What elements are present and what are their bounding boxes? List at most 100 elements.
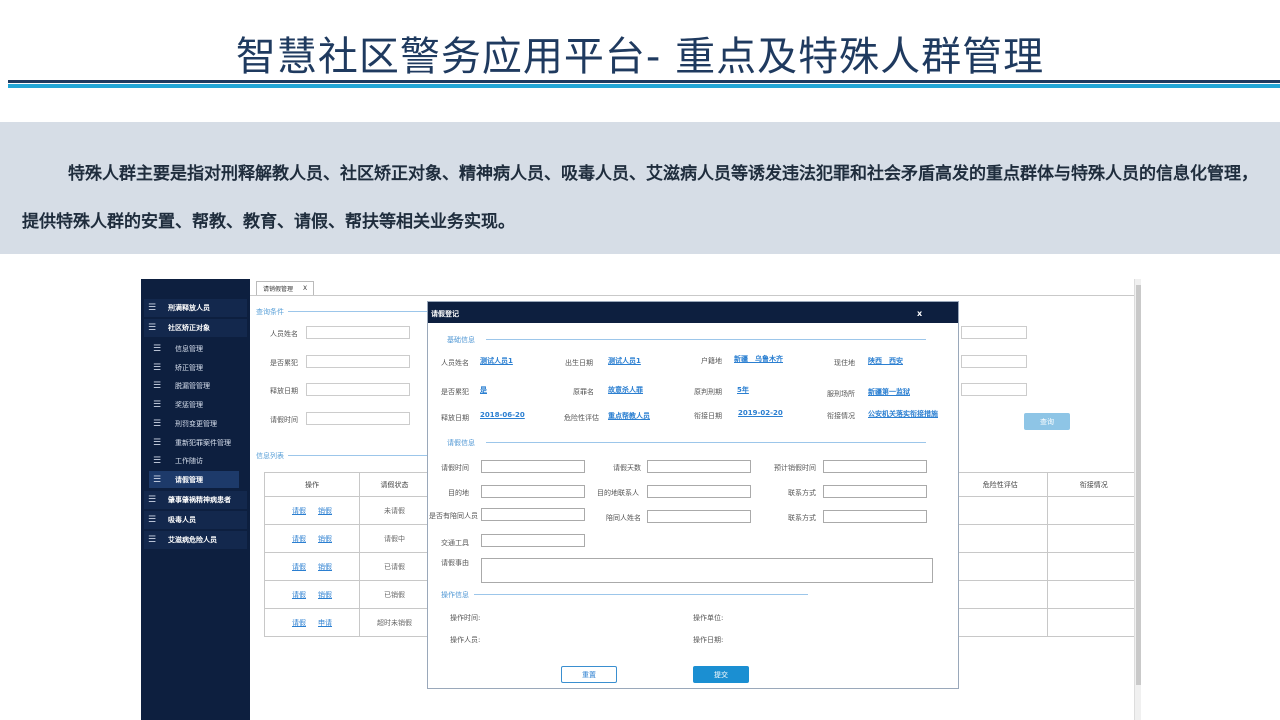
list-icon: ☰ [148,515,157,525]
sidebar-item-mental[interactable]: ☰ 肇事肇祸精神病患者 [144,491,247,509]
list-icon: ☰ [153,343,162,354]
transport-input[interactable] [481,534,585,547]
list-icon: ☰ [153,418,162,429]
tab-close-icon[interactable]: X [303,285,307,292]
leave-days-input[interactable] [647,460,751,473]
sidebar-item-released[interactable]: ☰ 刑满释放人员 [144,299,247,317]
sidebar-item-aids[interactable]: ☰ 艾滋病危险人员 [144,531,247,549]
link-date-value[interactable]: 2019-02-20 [738,409,783,417]
list-icon: ☰ [153,455,162,466]
dest-contact-label: 目的地联系人 [597,489,639,497]
huji-label: 户籍地 [701,357,722,365]
destination-input[interactable] [481,485,585,498]
crime-value[interactable]: 故意杀人罪 [608,385,643,395]
col-header-op: 操作 [264,472,360,497]
name-value[interactable]: 测试人员1 [480,356,513,366]
sidebar-sub-recrime[interactable]: ☰ 重新犯罪案件管理 [149,434,239,451]
contact-input-2[interactable] [823,510,927,523]
term-label: 原判刑期 [694,388,722,396]
query-input-name[interactable] [306,326,410,339]
title-divider [8,80,1280,83]
leave-time-input[interactable] [481,460,585,473]
risk-label: 危险性评估 [564,414,599,422]
birth-label: 出生日期 [565,359,593,367]
list-icon: ☰ [153,474,162,485]
op-unit-label: 操作单位: [693,614,724,622]
tab-leave-management[interactable]: 请销假管理 X [256,281,315,295]
list-icon: ☰ [153,380,162,391]
basic-section-label: 基础信息 [447,336,475,344]
query-input-release[interactable] [306,383,410,396]
leave-link[interactable]: 请假 [292,563,306,571]
birth-value[interactable]: 测试人员1 [608,356,641,366]
query-input-right-3[interactable] [961,383,1027,396]
scrollbar-thumb[interactable] [1136,285,1141,685]
leave-link[interactable]: 请假 [292,619,306,627]
sidebar-sub-info[interactable]: ☰ 信息管理 [149,340,239,357]
query-button[interactable]: 查询 [1024,413,1070,430]
prison-value[interactable]: 新疆第一监狱 [868,387,910,397]
query-label-leave: 请假时间 [270,416,298,424]
scrollbar[interactable] [1134,279,1141,720]
companion-input[interactable] [481,508,585,521]
sidebar-sub-penalty[interactable]: ☰ 刑罚变更管理 [149,415,239,432]
companion-label: 是否有陪同人员 [429,512,478,520]
query-section-label: 查询条件 [256,308,284,316]
sidebar-sub-escape[interactable]: ☰ 脱漏管管理 [149,377,239,394]
current-value[interactable]: 陕西 西安 [868,356,903,366]
cancel-leave-link[interactable]: 销假 [318,591,332,599]
table-row [953,580,1141,609]
table-row: 请假 销假 请假中 [264,524,430,553]
companion-name-label: 陪同人姓名 [606,514,641,522]
sidebar-sub-leave[interactable]: ☰ 请假管理 [149,471,239,488]
op-section-label: 操作信息 [441,591,469,599]
sidebar-item-correction[interactable]: ☰ 社区矫正对象 [144,319,247,337]
link-status-label: 衔接情况 [827,412,855,420]
query-input-recid[interactable] [306,355,410,368]
query-input-right-1[interactable] [961,326,1027,339]
leave-register-modal: 请假登记 x 基础信息 人员姓名 测试人员1 出生日期 测试人员1 户籍地 新疆… [427,301,959,689]
reason-textarea[interactable] [481,558,933,583]
table-row [953,552,1141,581]
query-label-recid: 是否累犯 [270,359,298,367]
companion-name-input[interactable] [647,510,751,523]
destination-label: 目的地 [448,489,469,497]
col-header-risk: 危险性评估 [953,472,1048,497]
leave-link[interactable]: 请假 [292,591,306,599]
leave-link[interactable]: 请假 [292,535,306,543]
cancel-leave-link[interactable]: 销假 [318,563,332,571]
query-input-leave[interactable] [306,412,410,425]
reset-button[interactable]: 重置 [561,666,617,683]
submit-button[interactable]: 提交 [693,666,749,683]
expected-return-input[interactable] [823,460,927,473]
contact-input[interactable] [823,485,927,498]
huji-value[interactable]: 新疆 乌鲁木齐 [734,354,783,364]
col-header-link: 衔接情况 [1046,472,1141,497]
modal-close-icon[interactable]: x [917,309,922,318]
crime-label: 原罪名 [573,388,594,396]
leave-link[interactable]: 请假 [292,507,306,515]
dest-contact-input[interactable] [647,485,751,498]
cancel-leave-link[interactable]: 销假 [318,535,332,543]
apply-link[interactable]: 申请 [318,619,332,627]
link-status-value[interactable]: 公安机关落实衔接措施 [868,409,938,419]
risk-value[interactable]: 重点帮教人员 [608,411,650,421]
reason-label: 请假事由 [441,559,469,567]
query-input-right-2[interactable] [961,355,1027,368]
sidebar-item-drug[interactable]: ☰ 吸毒人员 [144,511,247,529]
app-screenshot: ☰ 刑满释放人员 ☰ 社区矫正对象 ☰ 信息管理 ☰ 矫正管理 ☰ 脱漏管管理 ☰ 奖惩管理… [141,279,1141,720]
term-value[interactable]: 5年 [737,385,749,395]
sidebar-sub-reward[interactable]: ☰ 奖惩管理 [149,396,239,413]
table-row: 请假 销假 已销假 [264,580,430,609]
sidebar-sub-visit[interactable]: ☰ 工作随访 [149,452,239,469]
recid-value[interactable]: 是 [480,385,487,395]
sidebar-sub-correction[interactable]: ☰ 矫正管理 [149,359,239,376]
leave-list-table-right: 危险性评估 衔接情况 [953,472,1141,637]
list-icon: ☰ [153,362,162,373]
sidebar: ☰ 刑满释放人员 ☰ 社区矫正对象 ☰ 信息管理 ☰ 矫正管理 ☰ 脱漏管管理 ☰ 奖惩管理… [141,279,250,720]
list-icon: ☰ [153,437,162,448]
description-text: 特殊人群主要是指对刑释解教人员、社区矫正对象、精神病人员、吸毒人员、艾滋病人员等… [22,164,1258,232]
release-value[interactable]: 2018-06-20 [480,411,525,419]
cancel-leave-link[interactable]: 销假 [318,507,332,515]
title-accent-bar [8,84,1280,88]
